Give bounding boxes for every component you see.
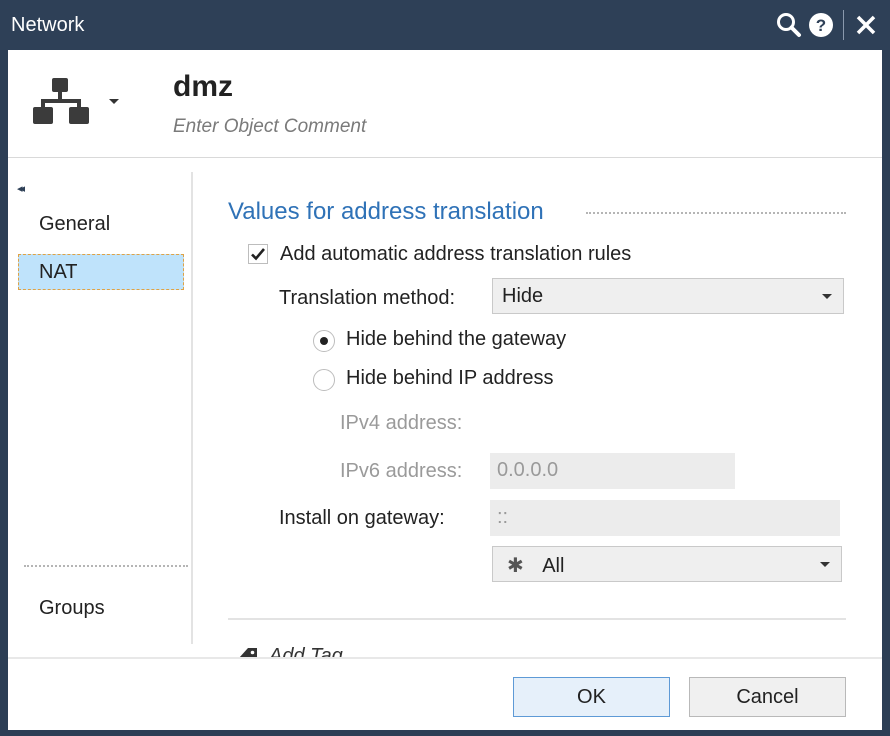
hide-gateway-radio[interactable] — [313, 330, 335, 352]
ipv6-label: IPv6 address: — [340, 460, 463, 482]
checkmark-icon — [251, 248, 265, 261]
sidebar: ◂◂ General NAT Groups — [8, 158, 200, 650]
sidebar-item-label: NAT — [39, 261, 78, 283]
object-name-field[interactable]: dmz — [173, 70, 693, 110]
hide-ip-radio[interactable] — [313, 369, 335, 391]
chevron-down-icon — [822, 294, 832, 299]
network-topology-icon[interactable] — [32, 76, 90, 130]
hide-gateway-label[interactable]: Hide behind the gateway — [346, 328, 566, 351]
section-title-divider — [586, 212, 846, 214]
network-dialog: dmz Enter Object Comment ◂◂ General NAT … — [8, 50, 882, 730]
asterisk-icon: ✱ — [507, 555, 524, 577]
window-title: Network — [11, 14, 85, 36]
object-comment-field[interactable]: Enter Object Comment — [173, 116, 366, 138]
search-icon[interactable] — [773, 10, 805, 40]
nat-panel: Values for address translation Add autom… — [218, 158, 868, 667]
sidebar-item-groups[interactable]: Groups — [18, 590, 184, 626]
collapse-sidebar-icon[interactable]: ◂◂ — [17, 182, 25, 195]
content-divider — [228, 618, 846, 620]
svg-text:?: ? — [816, 16, 826, 35]
install-on-label: Install on gateway: — [279, 507, 445, 529]
sidebar-item-general[interactable]: General — [18, 206, 184, 242]
section-title: Values for address translation — [228, 198, 544, 225]
ipv4-label: IPv4 address: — [340, 412, 463, 434]
help-icon[interactable]: ? — [805, 10, 837, 40]
titlebar-actions: ? — [773, 10, 882, 40]
translation-method-label: Translation method: — [279, 287, 456, 309]
titlebar-separator — [843, 10, 844, 40]
window-titlebar: Network ? — [0, 0, 890, 50]
cancel-button[interactable]: Cancel — [689, 677, 846, 717]
ipv4-address-input[interactable]: 0.0.0.0 — [490, 453, 735, 489]
auto-translation-label[interactable]: Add automatic address translation rules — [280, 243, 631, 266]
sidebar-item-label: Groups — [39, 597, 105, 619]
ipv6-address-input[interactable]: :: — [490, 500, 840, 536]
sidebar-item-nat[interactable]: NAT — [18, 254, 184, 290]
chevron-down-icon — [820, 562, 830, 567]
object-header: dmz Enter Object Comment — [8, 50, 882, 158]
sidebar-border — [191, 172, 193, 644]
chevron-down-icon[interactable] — [109, 99, 119, 104]
install-on-gateway-dropdown[interactable]: ✱ All — [492, 546, 842, 582]
dialog-footer: OK Cancel — [8, 657, 882, 730]
sidebar-divider — [24, 565, 188, 567]
ok-button[interactable]: OK — [513, 677, 670, 717]
hide-ip-label[interactable]: Hide behind IP address — [346, 367, 554, 390]
install-on-value: All — [542, 555, 565, 577]
translation-method-dropdown[interactable]: Hide — [492, 278, 844, 314]
translation-method-value: Hide — [502, 285, 544, 307]
auto-translation-checkbox[interactable] — [248, 244, 268, 264]
radio-selected-dot — [320, 337, 328, 345]
sidebar-item-label: General — [39, 213, 111, 235]
close-icon[interactable] — [850, 10, 882, 40]
